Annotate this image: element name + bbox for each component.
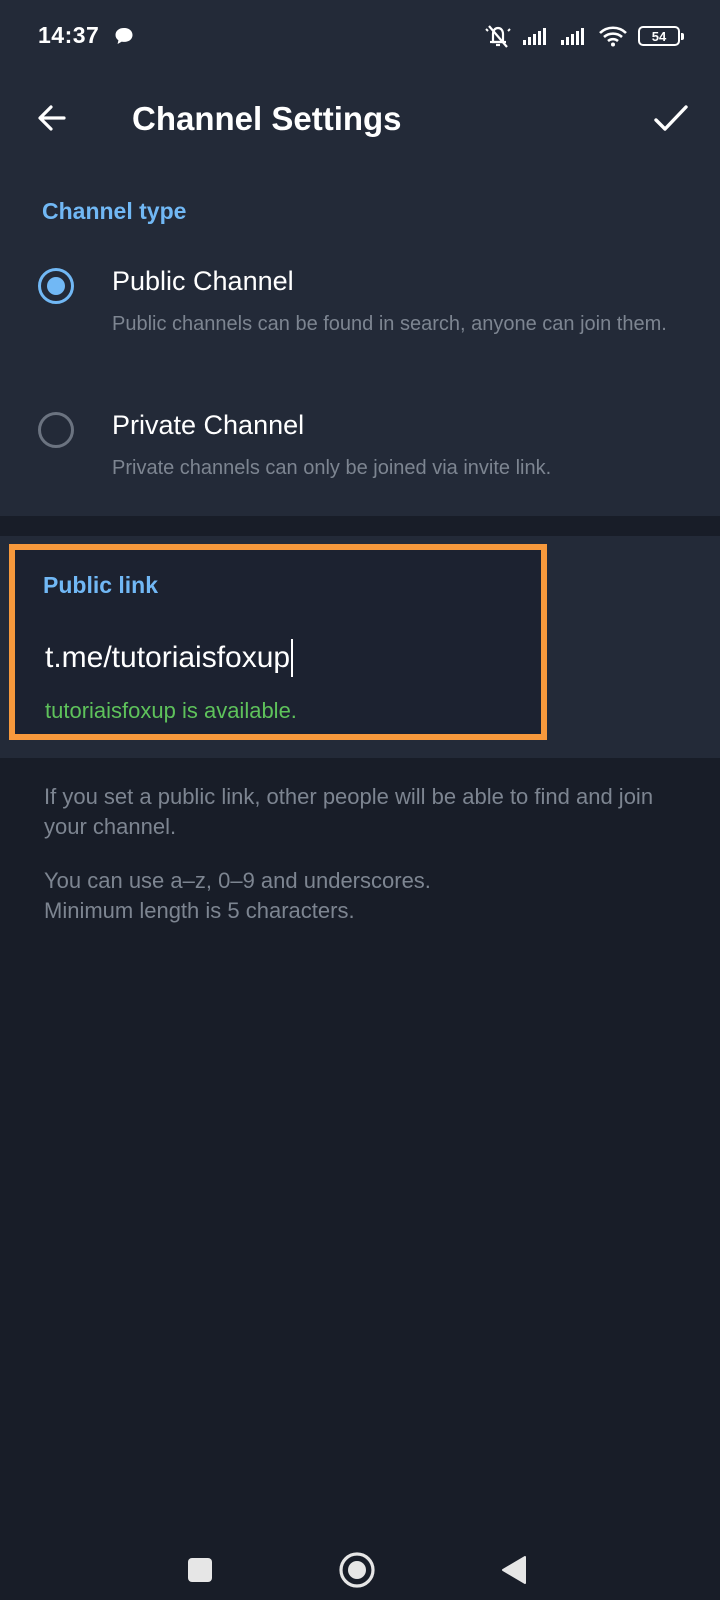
circle-home-icon <box>339 1552 375 1588</box>
back-button[interactable] <box>28 94 76 142</box>
triangle-back-icon <box>502 1556 526 1584</box>
text-cursor <box>291 639 294 677</box>
signal-icon <box>523 28 546 45</box>
wifi-icon <box>599 26 627 47</box>
screen: 14:37 54 Channel Settings Channel type P… <box>0 0 720 1600</box>
highlight-frame: Public link t.me/tutoriaisfoxup tutoriai… <box>9 544 547 740</box>
chat-bubble-icon <box>115 28 133 44</box>
private-channel-option[interactable]: Private Channel Private channels can onl… <box>0 406 720 486</box>
private-channel-description: Private channels can only be joined via … <box>112 457 552 479</box>
navigation-bar <box>0 1540 720 1600</box>
public-channel-radio[interactable] <box>38 268 74 304</box>
public-link-value: t.me/tutoriaisfoxup <box>45 641 291 674</box>
public-link-info: If you set a public link, other people w… <box>44 784 654 839</box>
status-time: 14:37 <box>38 22 100 48</box>
muted-bell-icon <box>485 25 511 48</box>
public-link-section: Public link t.me/tutoriaisfoxup tutoriai… <box>0 536 720 758</box>
username-rules-line2: Minimum length is 5 characters. <box>44 898 355 923</box>
availability-status: tutoriaisfoxup is available. <box>45 698 297 723</box>
app-bar: Channel Settings <box>0 74 720 166</box>
battery-icon: 54 <box>638 26 684 46</box>
done-button[interactable] <box>644 92 698 146</box>
private-channel-title: Private Channel <box>112 410 305 440</box>
public-channel-title: Public Channel <box>112 266 294 296</box>
status-icons: 54 <box>484 22 684 50</box>
page-title: Channel Settings <box>132 100 402 137</box>
channel-type-header: Channel type <box>42 198 187 224</box>
check-icon <box>654 105 688 131</box>
public-link-header: Public link <box>43 572 159 598</box>
signal-icon <box>561 28 584 45</box>
public-channel-option[interactable]: Public Channel Public channels can be fo… <box>0 262 720 372</box>
back-nav-button[interactable] <box>484 1540 544 1600</box>
recents-button[interactable] <box>170 1540 230 1600</box>
public-channel-description: Public channels can be found in search, … <box>112 313 667 335</box>
home-button[interactable] <box>327 1540 387 1600</box>
channel-type-section: Channel type Public Channel Public chann… <box>0 166 720 516</box>
public-link-input[interactable]: t.me/tutoriaisfoxup <box>45 638 294 678</box>
private-channel-radio[interactable] <box>38 412 74 448</box>
arrow-left-icon <box>38 105 66 131</box>
username-rules-line1: You can use a–z, 0–9 and underscores. <box>44 868 431 893</box>
status-bar: 14:37 54 <box>0 0 720 74</box>
battery-level: 54 <box>651 28 667 44</box>
square-icon <box>188 1558 212 1582</box>
